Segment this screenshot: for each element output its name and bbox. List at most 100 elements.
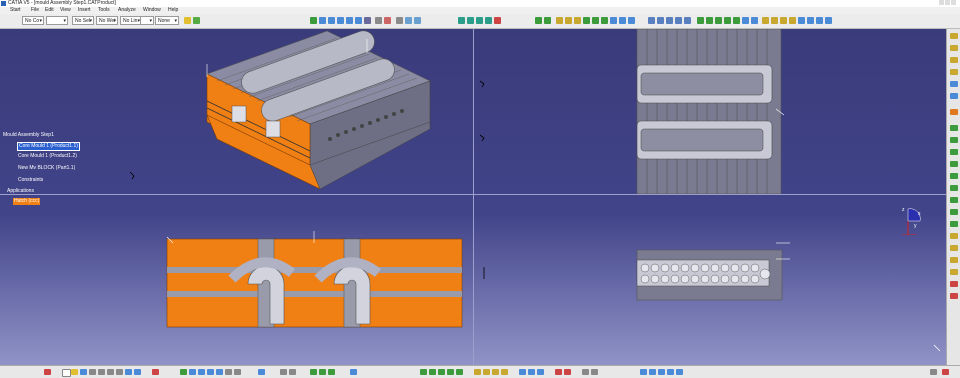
assembly-bottom-icon[interactable] xyxy=(429,369,436,375)
menu-edit[interactable]: Edit xyxy=(45,7,54,14)
compass-icon[interactable]: x y z xyxy=(900,205,924,235)
menu-start[interactable]: Start xyxy=(10,7,21,14)
multi-view-icon[interactable] xyxy=(375,17,382,24)
close-icon[interactable] xyxy=(951,0,956,5)
part-icon[interactable] xyxy=(476,17,483,24)
copy-icon[interactable] xyxy=(107,369,114,375)
mirror-icon[interactable] xyxy=(950,209,958,215)
existing-component-icon[interactable] xyxy=(485,17,492,24)
snap-bottom-icon[interactable] xyxy=(492,369,499,375)
geometry-viewport[interactable]: Mould Assembly Step1 Core Mould 1 (Produ… xyxy=(0,29,946,365)
pad-icon[interactable] xyxy=(950,45,958,51)
color-combo[interactable]: ▾ xyxy=(46,16,68,25)
flag-note-icon[interactable] xyxy=(789,17,796,24)
explode-icon[interactable] xyxy=(706,17,713,24)
layer-bottom-icon[interactable] xyxy=(350,369,357,375)
publication-icon[interactable] xyxy=(825,17,832,24)
flexible-icon[interactable] xyxy=(601,17,608,24)
top-bottom-icon[interactable] xyxy=(667,369,674,375)
bom-bottom-icon[interactable] xyxy=(537,369,544,375)
window-controls[interactable] xyxy=(938,0,958,7)
menu-help[interactable]: Help xyxy=(168,7,178,14)
sketch-icon[interactable] xyxy=(950,33,958,39)
text-with-leader-icon[interactable] xyxy=(780,17,787,24)
views-bottom-icon[interactable] xyxy=(234,369,241,375)
open-icon[interactable] xyxy=(71,369,78,375)
fit-icon[interactable] xyxy=(189,369,196,375)
rotate-bottom-icon[interactable] xyxy=(207,369,214,375)
scale-icon[interactable] xyxy=(950,233,958,239)
shading-icon[interactable] xyxy=(396,17,403,24)
cut-icon[interactable] xyxy=(98,369,105,375)
normal-view-icon[interactable] xyxy=(364,17,371,24)
menu-analyze[interactable]: Analyze xyxy=(118,7,136,14)
quick-constraint-icon[interactable] xyxy=(592,17,599,24)
assemble-icon[interactable] xyxy=(950,257,958,263)
tree-item-constraints[interactable]: Constraints xyxy=(18,177,43,184)
sectioning-icon[interactable] xyxy=(684,17,691,24)
pan-icon[interactable] xyxy=(328,17,335,24)
thickness-icon[interactable] xyxy=(950,173,958,179)
menu-view[interactable]: View xyxy=(60,7,71,14)
fly-icon[interactable] xyxy=(180,369,187,375)
exit-bottom-icon[interactable] xyxy=(942,369,949,375)
fit-all-icon[interactable] xyxy=(319,17,326,24)
catalog-bottom-icon[interactable] xyxy=(420,369,427,375)
zoom-in-icon[interactable] xyxy=(346,17,353,24)
save-icon[interactable] xyxy=(80,369,87,375)
options-bottom-icon[interactable] xyxy=(930,369,937,375)
swap-visible-icon[interactable] xyxy=(414,17,421,24)
draft-icon[interactable] xyxy=(950,149,958,155)
measure-item-bottom-icon[interactable] xyxy=(319,369,326,375)
redo-icon[interactable] xyxy=(134,369,141,375)
menu-insert[interactable]: Insert xyxy=(78,7,91,14)
hole-icon[interactable] xyxy=(950,93,958,99)
offset-icon[interactable] xyxy=(556,17,563,24)
component-bottom-icon[interactable] xyxy=(447,369,454,375)
weld-icon[interactable] xyxy=(771,17,778,24)
scene-bottom-icon[interactable] xyxy=(519,369,526,375)
multi-view-bottom-icon[interactable] xyxy=(640,369,647,375)
shell-icon[interactable] xyxy=(950,161,958,167)
replace-component-icon[interactable] xyxy=(494,17,501,24)
right-bottom-icon[interactable] xyxy=(676,369,683,375)
maximize-icon[interactable] xyxy=(945,0,950,5)
reuse-pattern-icon[interactable] xyxy=(619,17,626,24)
layer-combo[interactable]: No Co ▾ xyxy=(22,16,44,25)
annotation-icon[interactable] xyxy=(762,17,769,24)
tree-item-applications[interactable]: Applications xyxy=(7,188,34,195)
rib-icon[interactable] xyxy=(950,109,958,115)
bom-icon[interactable] xyxy=(807,17,814,24)
add-icon[interactable] xyxy=(950,269,958,275)
intersect-icon[interactable] xyxy=(950,293,958,299)
remove-icon[interactable] xyxy=(950,281,958,287)
contact-icon[interactable] xyxy=(544,17,551,24)
stop-manipulate-icon[interactable] xyxy=(724,17,731,24)
properties-icon[interactable] xyxy=(193,17,200,24)
hide-show-icon[interactable] xyxy=(405,17,412,24)
smart-move-bottom-icon[interactable] xyxy=(501,369,508,375)
view-annotation-icon[interactable] xyxy=(798,17,805,24)
inertia-bottom-icon[interactable] xyxy=(328,369,335,375)
chamfer-icon[interactable] xyxy=(950,137,958,143)
measure-inertia-icon[interactable] xyxy=(666,17,673,24)
measure-bottom-icon[interactable] xyxy=(310,369,317,375)
front-bottom-icon[interactable] xyxy=(658,369,665,375)
rotate-icon[interactable] xyxy=(337,17,344,24)
section-bottom-icon[interactable] xyxy=(564,369,571,375)
paste-icon[interactable] xyxy=(116,369,123,375)
view-splitter-vertical[interactable] xyxy=(473,29,474,365)
fix-together-icon[interactable] xyxy=(583,17,590,24)
coincidence-icon[interactable] xyxy=(535,17,542,24)
fix-icon[interactable] xyxy=(574,17,581,24)
update-icon[interactable] xyxy=(628,17,635,24)
pan-bottom-icon[interactable] xyxy=(198,369,205,375)
groove-icon[interactable] xyxy=(950,81,958,87)
shaft-icon[interactable] xyxy=(950,69,958,75)
iso-bottom-icon[interactable] xyxy=(649,369,656,375)
normal-bottom-icon[interactable] xyxy=(225,369,232,375)
print-icon[interactable] xyxy=(89,369,96,375)
pattern-icon[interactable] xyxy=(950,221,958,227)
tree-item-core-mould-1-1[interactable]: Core Mould 1 (Product1.1) xyxy=(17,142,80,151)
manipulate-icon[interactable] xyxy=(715,17,722,24)
